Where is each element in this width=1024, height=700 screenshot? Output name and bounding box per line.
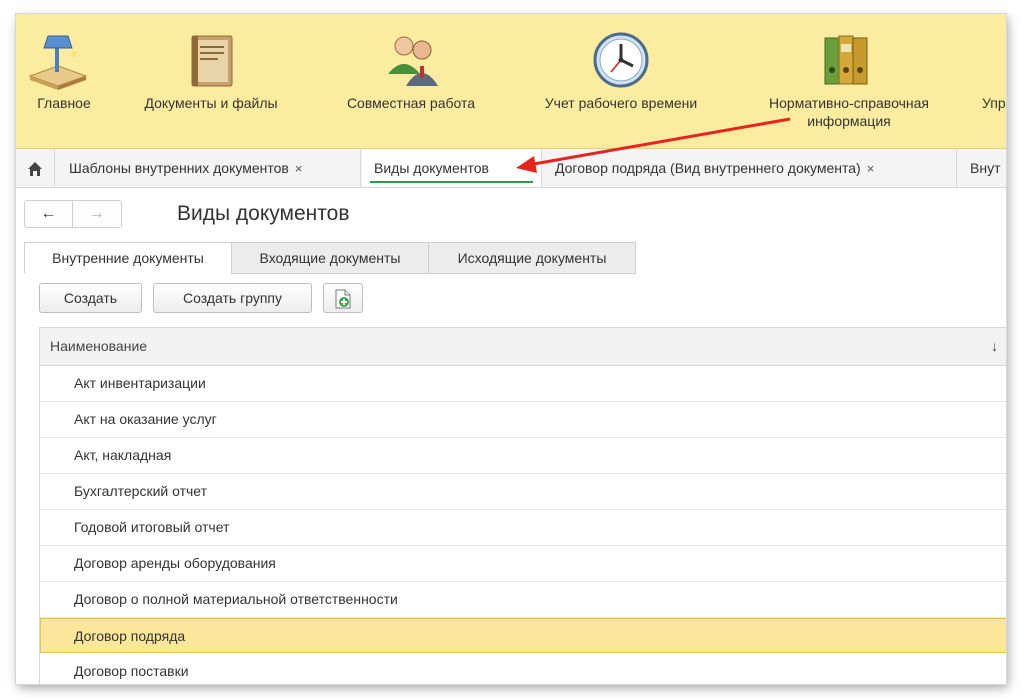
- section-label: Учет рабочего времени: [544, 95, 698, 111]
- add-document-button[interactable]: [323, 283, 363, 313]
- section-label: Упр: [982, 95, 1006, 111]
- home-icon: [28, 162, 42, 177]
- close-icon[interactable]: ×: [867, 161, 875, 176]
- binders-icon: [824, 35, 868, 85]
- row-name: Акт на оказание услуг: [74, 411, 217, 427]
- sections-panel: Главное Документы и файлы Совместная раб…: [16, 14, 1006, 149]
- document-book-icon: [191, 35, 233, 87]
- document-types-table: Наименование ↓ Акт инвентаризации Акт на…: [39, 327, 1006, 684]
- section-label: Главное: [37, 95, 91, 111]
- home-tab[interactable]: [16, 149, 55, 187]
- open-tabs-bar: Шаблоны внутренних документов × Виды доку…: [16, 149, 1006, 188]
- create-button[interactable]: Создать: [39, 283, 142, 313]
- row-name: Договор подряда: [74, 628, 186, 644]
- close-icon[interactable]: ×: [295, 161, 303, 176]
- clock-icon: [593, 32, 649, 88]
- table-row[interactable]: Акт инвентаризации: [40, 366, 1006, 402]
- table-row[interactable]: Акт, накладная: [40, 438, 1006, 474]
- column-header-name[interactable]: Наименование: [50, 328, 147, 365]
- tab-document-types[interactable]: Виды документов: [362, 149, 542, 187]
- row-name: Бухгалтерский отчет: [74, 483, 208, 499]
- section-partial[interactable]: Упр: [982, 14, 1006, 148]
- row-name: Годовой итоговый отчет: [74, 519, 230, 535]
- active-tab-indicator: [370, 181, 533, 183]
- tab-outgoing-documents[interactable]: Исходящие документы: [428, 242, 636, 274]
- table-row[interactable]: Договор о полной материальной ответствен…: [40, 582, 1006, 618]
- table-row[interactable]: Акт на оказание услуг: [40, 402, 1006, 438]
- table-row[interactable]: Годовой итоговый отчет: [40, 510, 1006, 546]
- navigation-buttons: ← →: [24, 200, 122, 228]
- tab-label: Виды документов: [374, 160, 489, 176]
- section-label: Документы и файлы: [144, 95, 278, 111]
- desk-lamp-icon: [28, 35, 88, 90]
- row-name: Акт инвентаризации: [74, 375, 206, 391]
- table-row-selected[interactable]: Договор подряда: [40, 618, 1006, 653]
- section-reference-info[interactable]: Нормативно-справочная информация: [744, 14, 954, 148]
- section-label: Совместная работа: [346, 95, 476, 111]
- create-group-button[interactable]: Создать группу: [153, 283, 312, 313]
- table-row[interactable]: Договор аренды оборудования: [40, 546, 1006, 582]
- row-name: Договор аренды оборудования: [74, 555, 276, 571]
- section-documents[interactable]: Документы и файлы: [126, 14, 296, 148]
- app-window: Главное Документы и файлы Совместная раб…: [16, 14, 1006, 684]
- section-time-tracking[interactable]: Учет рабочего времени: [521, 14, 721, 148]
- section-collaboration[interactable]: Совместная работа: [326, 14, 496, 148]
- page-title: Виды документов: [177, 202, 350, 225]
- row-name: Договор о полной материальной ответствен…: [74, 591, 398, 607]
- tab-incoming-documents[interactable]: Входящие документы: [231, 242, 429, 274]
- tab-templates[interactable]: Шаблоны внутренних документов ×: [55, 149, 361, 187]
- tab-partial[interactable]: Внут: [958, 149, 1006, 187]
- tab-label: Внут: [970, 160, 1001, 176]
- table-row[interactable]: Договор поставки: [40, 654, 1006, 684]
- tab-label: Шаблоны внутренних документов: [69, 160, 289, 176]
- tab-contract[interactable]: Договор подряда (Вид внутреннего докумен…: [543, 149, 957, 187]
- sort-arrow-icon[interactable]: ↓: [991, 328, 998, 365]
- back-button[interactable]: ←: [25, 201, 73, 227]
- row-name: Акт, накладная: [74, 447, 172, 463]
- tab-internal-documents[interactable]: Внутренние документы: [24, 242, 232, 274]
- tab-label: Договор подряда (Вид внутреннего докумен…: [555, 160, 861, 176]
- table-row[interactable]: Бухгалтерский отчет: [40, 474, 1006, 510]
- forward-button[interactable]: →: [73, 201, 120, 227]
- section-label: Нормативно-справочная информация: [769, 95, 929, 129]
- table-header: Наименование ↓: [40, 328, 1006, 366]
- add-file-icon: [335, 289, 351, 309]
- row-name: Договор поставки: [74, 663, 189, 679]
- section-main[interactable]: Главное: [24, 14, 104, 148]
- people-icon: [388, 36, 438, 86]
